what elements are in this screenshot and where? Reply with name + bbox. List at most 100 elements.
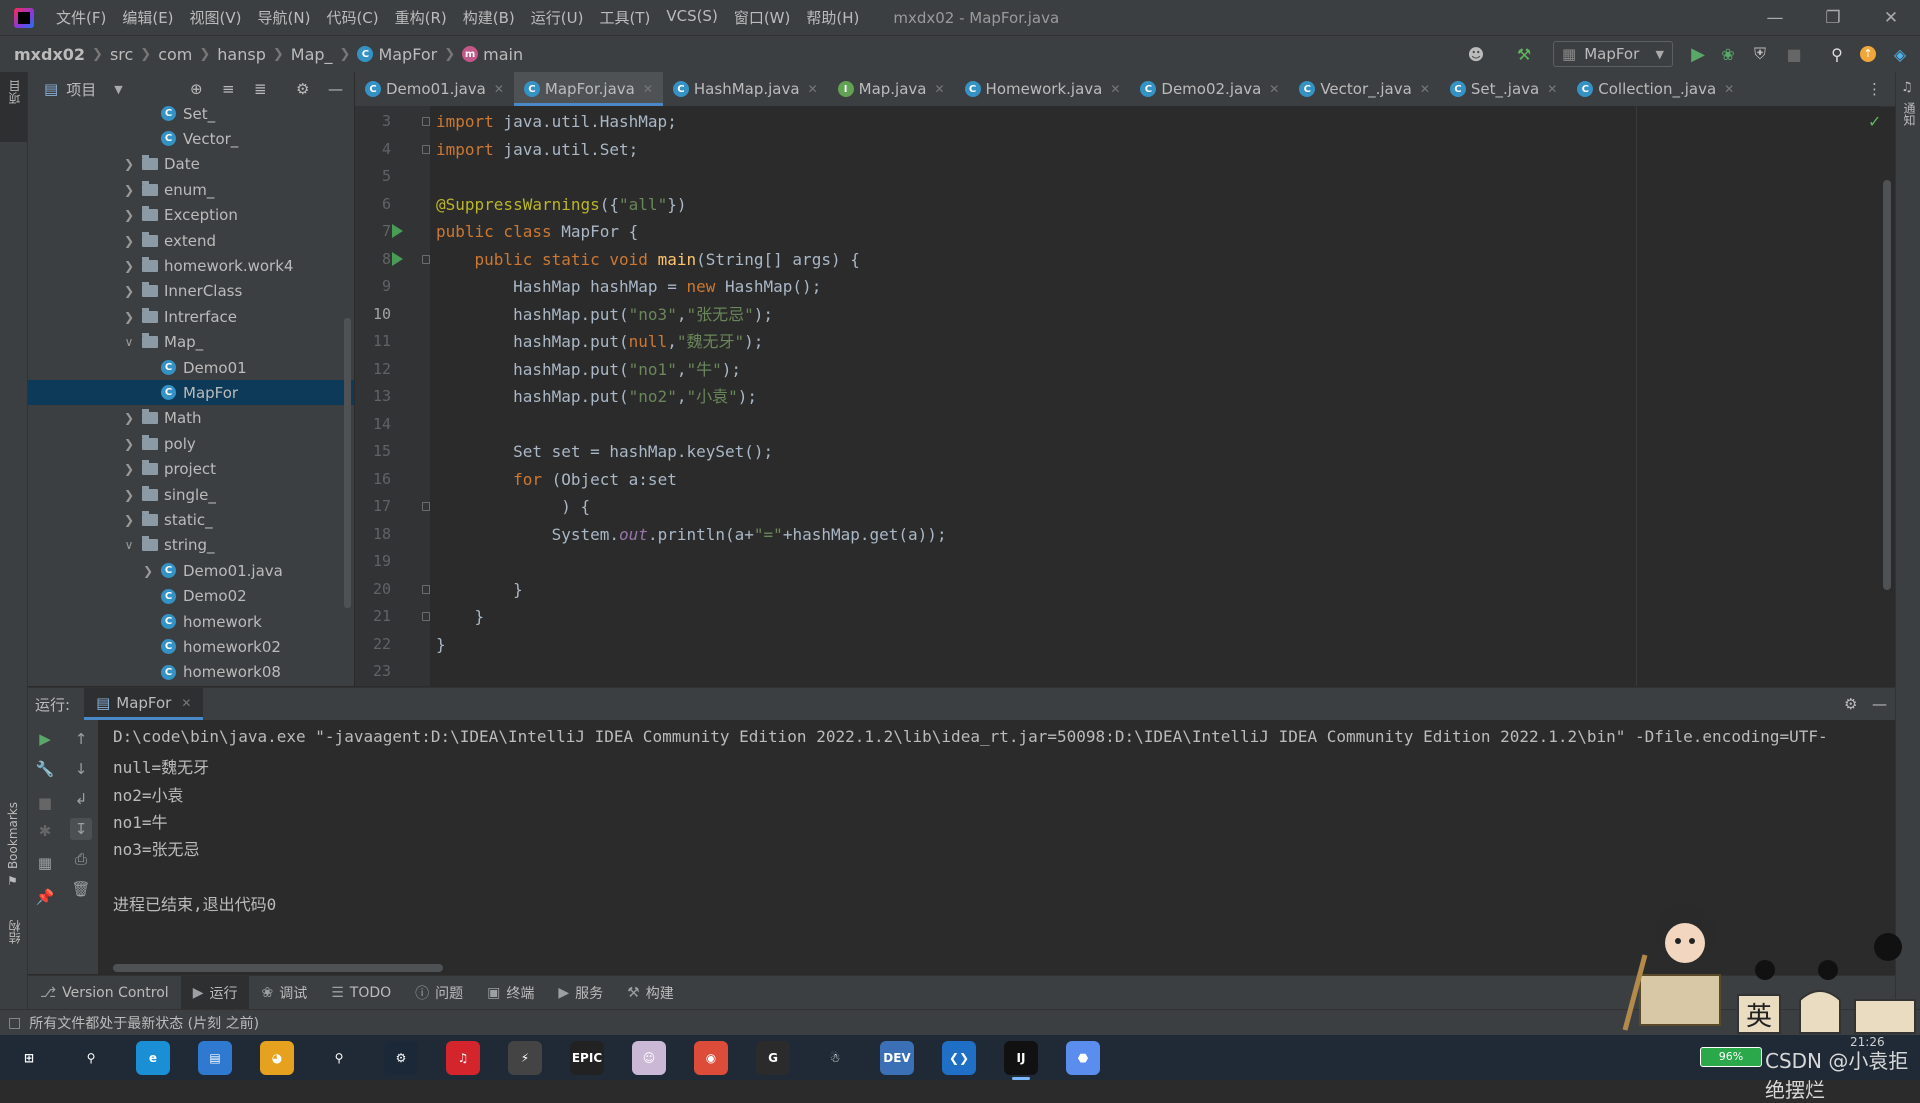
editor-tab[interactable]: C Demo01.java ✕: [355, 72, 514, 106]
print-icon[interactable]: ⎙: [70, 848, 92, 870]
breadcrumb-item[interactable]: C MapFor: [357, 45, 437, 64]
edge-icon[interactable]: e: [136, 1041, 170, 1075]
project-view-dropdown-icon[interactable]: ▼: [114, 83, 122, 96]
tree-item[interactable]: Chomework08: [28, 660, 354, 685]
editor-tab[interactable]: I Map.java ✕: [828, 72, 955, 106]
menu-item[interactable]: 文件(F): [48, 7, 114, 28]
stop-icon[interactable]: ■: [1782, 42, 1806, 66]
chevron-right-icon[interactable]: ❯: [122, 437, 136, 451]
chevron-right-icon[interactable]: ❯: [122, 234, 136, 248]
tree-item[interactable]: Chomework: [28, 609, 354, 634]
editor-tab[interactable]: C Homework.java ✕: [955, 72, 1131, 106]
chrome-icon[interactable]: ◉: [694, 1041, 728, 1075]
tool-tab[interactable]: ▶ 运行: [180, 976, 250, 1010]
tool-tab[interactable]: ▶ 服务: [546, 976, 615, 1010]
close-window-button[interactable]: ✕: [1862, 0, 1920, 35]
fold-marker-icon[interactable]: [422, 117, 430, 126]
layout-icon[interactable]: ▦: [34, 852, 56, 874]
more-tabs-icon[interactable]: ⋮: [1867, 80, 1882, 98]
tree-item[interactable]: C Demo01: [28, 355, 354, 380]
search-icon[interactable]: ⚲: [74, 1041, 108, 1075]
tool-tab[interactable]: ☰ TODO: [319, 976, 403, 1010]
fold-marker-icon[interactable]: [422, 144, 430, 154]
tree-item[interactable]: ❯ enum_: [28, 177, 354, 202]
chevron-right-icon[interactable]: ❯: [122, 462, 136, 476]
g-app-icon[interactable]: G: [756, 1041, 790, 1075]
run-gutter-icon[interactable]: [392, 224, 403, 238]
chevron-down-icon[interactable]: ∨: [122, 538, 136, 552]
breadcrumb-item[interactable]: hansp: [217, 45, 266, 64]
run-icon[interactable]: ▶: [1686, 42, 1710, 66]
intellij-icon[interactable]: IJ: [1004, 1041, 1038, 1080]
menu-item[interactable]: 代码(C): [318, 7, 386, 28]
plugin-logo-icon[interactable]: ◈: [1888, 42, 1912, 66]
close-tab-icon[interactable]: ✕: [934, 82, 944, 96]
search-everywhere-icon[interactable]: ⚲: [1825, 42, 1849, 66]
no-problems-check-icon[interactable]: ✓: [1868, 112, 1881, 131]
close-tab-icon[interactable]: ✕: [1110, 82, 1120, 96]
menu-item[interactable]: 导航(N): [250, 7, 319, 28]
epic-games-icon[interactable]: EPIC: [570, 1041, 604, 1075]
tree-item[interactable]: ❯ Date: [28, 152, 354, 177]
close-tab-icon[interactable]: ✕: [1724, 82, 1734, 96]
tree-item[interactable]: C MapFor: [28, 380, 354, 406]
chevron-right-icon[interactable]: ❯: [122, 157, 136, 171]
tool-tab[interactable]: ⚒ 构建: [615, 976, 686, 1010]
wrench-icon[interactable]: 🔧: [34, 758, 56, 780]
run-gutter-icon[interactable]: [392, 251, 403, 266]
soft-wrap-icon[interactable]: ↲: [70, 788, 92, 810]
run-settings-gear-icon[interactable]: ⚙: [1844, 695, 1857, 713]
battery-indicator[interactable]: 96%: [1700, 1047, 1762, 1067]
tool-tab[interactable]: ❀ 调试: [249, 976, 319, 1010]
editor-tab[interactable]: C Collection_.java ✕: [1567, 72, 1744, 106]
close-run-tab-icon[interactable]: ✕: [181, 696, 191, 710]
breadcrumb-item[interactable]: mxdx02: [14, 45, 85, 64]
tree-item[interactable]: ❯ project: [28, 457, 354, 482]
project-tree-scrollbar[interactable]: [344, 318, 351, 608]
polygon-app-icon[interactable]: ⬣: [1066, 1041, 1100, 1075]
close-tab-icon[interactable]: ✕: [643, 82, 653, 96]
tree-item[interactable]: ❯ Intrerface: [28, 304, 354, 329]
search-app-icon[interactable]: ⚲: [322, 1041, 356, 1075]
chevron-right-icon[interactable]: ❯: [122, 488, 136, 502]
collapse-all-icon[interactable]: ≣: [254, 80, 267, 98]
dump-threads-icon[interactable]: ✱: [34, 820, 56, 842]
chevron-right-icon[interactable]: ❯: [122, 259, 136, 273]
tree-item[interactable]: ∨ string_: [28, 533, 354, 558]
chevron-right-icon[interactable]: ❯: [122, 513, 136, 527]
tree-item[interactable]: ❯ InnerClass: [28, 279, 354, 304]
tree-item[interactable]: ❯ C Demo01.java: [28, 558, 354, 583]
fold-marker-icon[interactable]: [422, 612, 430, 621]
run-tab-mapfor[interactable]: ▤ MapFor ✕: [84, 688, 204, 720]
tool-tab[interactable]: ⎇ Version Control: [28, 976, 181, 1010]
steam-icon[interactable]: ⚙: [384, 1041, 418, 1075]
scroll-down-icon[interactable]: ↓: [70, 758, 92, 780]
editor-tab[interactable]: C MapFor.java ✕: [513, 72, 663, 106]
editor-scrollbar[interactable]: [1883, 180, 1891, 590]
coverage-shield-icon[interactable]: ⛨: [1748, 42, 1772, 66]
menu-item[interactable]: 重构(R): [387, 7, 455, 28]
tree-item[interactable]: C Vector_: [28, 126, 354, 151]
trash-icon[interactable]: 🗑: [70, 878, 92, 900]
netease-music-icon[interactable]: ♫: [446, 1041, 480, 1075]
editor-tab[interactable]: C HashMap.java ✕: [663, 72, 828, 106]
chevron-right-icon[interactable]: ❯: [122, 183, 136, 197]
status-layout-icon[interactable]: □: [8, 1015, 21, 1031]
project-tool-button[interactable]: 项目: [0, 72, 27, 142]
tree-item[interactable]: ❯ Math: [28, 406, 354, 431]
expand-all-icon[interactable]: ≡: [222, 80, 235, 98]
scroll-to-end-icon[interactable]: ↧: [70, 818, 92, 840]
tool-tab[interactable]: ▣ 终端: [475, 976, 546, 1010]
menu-item[interactable]: 运行(U): [523, 7, 592, 28]
close-tab-icon[interactable]: ✕: [1547, 82, 1557, 96]
code-editor[interactable]: import java.util.HashMap; import java.uti…: [430, 106, 1880, 686]
tree-item[interactable]: ❯ poly: [28, 431, 354, 456]
game-cat-icon[interactable]: ◕: [260, 1041, 294, 1075]
run-configuration-select[interactable]: ▦ MapFor ▼: [1553, 41, 1673, 67]
bookmarks-tool-label[interactable]: Bookmarks: [6, 802, 20, 869]
qq-icon[interactable]: ☃: [818, 1041, 852, 1075]
structure-tool-label[interactable]: 结构: [6, 920, 23, 944]
hide-run-panel-icon[interactable]: —: [1872, 695, 1887, 713]
tree-item[interactable]: Chomework02: [28, 634, 354, 659]
chevron-right-icon[interactable]: ❯: [122, 411, 136, 425]
